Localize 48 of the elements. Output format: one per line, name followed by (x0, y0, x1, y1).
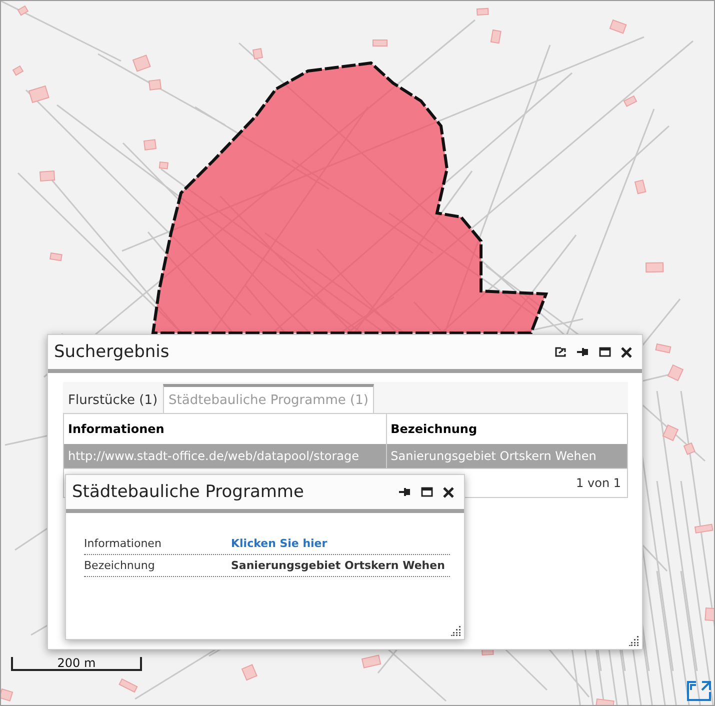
building-shape (683, 442, 696, 455)
building-shape (694, 524, 714, 534)
expand-icon[interactable] (687, 681, 711, 701)
window-title: Städtebauliche Programme (72, 482, 305, 502)
table-cell[interactable]: http://www.stadt-office.de/web/datapool/storage (64, 444, 386, 468)
pager-text: 1 von 1 (576, 476, 621, 490)
building-shape (1, 688, 14, 702)
building-shape (49, 252, 62, 262)
scale-label: 200 m (57, 656, 96, 670)
building-shape (646, 262, 664, 272)
building-shape (372, 40, 388, 46)
building-shape (667, 364, 684, 382)
window-title: Suchergebnis (54, 342, 170, 362)
building-shape (39, 170, 56, 182)
pin-icon[interactable] (577, 347, 589, 357)
building-shape (655, 343, 672, 354)
building-shape (241, 664, 258, 681)
building-shape (158, 161, 168, 170)
building-shape (609, 19, 627, 34)
tab[interactable]: Flurstücke (1) (63, 384, 163, 413)
building-shape (148, 79, 162, 90)
maximize-icon[interactable] (599, 347, 611, 357)
building-shape (634, 179, 646, 194)
field-label: Informationen (84, 537, 162, 550)
building-shape (476, 8, 489, 16)
resize-grip-icon[interactable] (451, 626, 461, 636)
building-shape (143, 139, 157, 150)
details-link[interactable]: Klicken Sie hier (231, 537, 450, 550)
resize-grip-icon[interactable] (629, 636, 639, 646)
maximize-icon[interactable] (421, 487, 433, 497)
close-icon[interactable] (443, 486, 454, 498)
building-shape (17, 5, 29, 16)
tab[interactable]: Städtebauliche Programme (1) (162, 384, 374, 413)
building-shape (12, 65, 24, 76)
pin-icon[interactable] (399, 487, 411, 497)
building-shape (361, 654, 382, 668)
table-cell[interactable]: Sanierungsgebiet Ortskern Wehen (386, 444, 628, 468)
building-shape (490, 29, 502, 44)
building-shape (28, 85, 50, 104)
building-shape (623, 95, 638, 108)
building-shape (704, 607, 714, 622)
building-shape (132, 54, 151, 72)
building-shape (662, 424, 679, 442)
area-polygon[interactable] (151, 61, 548, 334)
close-icon[interactable] (621, 346, 632, 358)
field-value: Sanierungsgebiet Ortskern Wehen (231, 559, 446, 572)
field-label: Bezeichnung (84, 559, 156, 572)
export-icon[interactable] (555, 347, 567, 357)
